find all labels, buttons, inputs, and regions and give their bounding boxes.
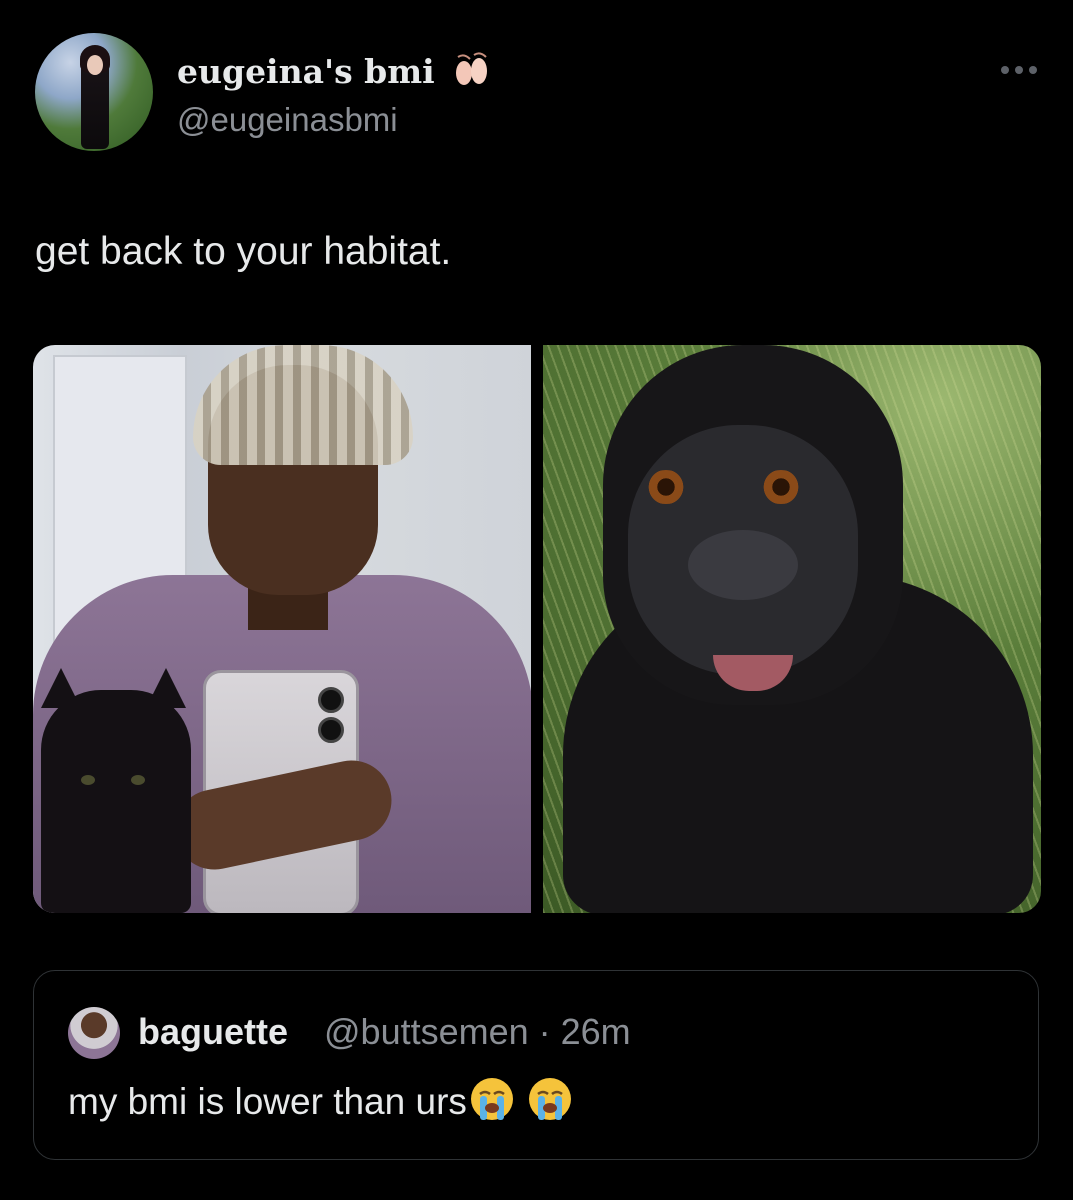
quoted-author-handle-time[interactable]: @buttsemen · 26m <box>324 1011 631 1053</box>
tweet-header: eugeina's bmi @eugeinasbmi <box>35 33 1045 158</box>
phone-lens <box>318 687 344 713</box>
cat-ear <box>146 668 186 708</box>
more-options-icon[interactable] <box>1001 63 1041 77</box>
cat-ear <box>41 668 81 708</box>
author-handle[interactable]: @eugeinasbmi <box>177 101 398 139</box>
tweet-media[interactable] <box>33 345 1041 913</box>
quoted-tweet-text-body: my bmi is lower than urs <box>68 1081 467 1122</box>
author-display-name[interactable]: eugeina's bmi <box>177 51 494 91</box>
quoted-tweet-text: my bmi is lower than urs <box>68 1076 573 1123</box>
person-selfie-with-cat-photo[interactable] <box>33 345 531 913</box>
author-avatar[interactable] <box>35 33 153 151</box>
cat-eye <box>131 775 145 785</box>
photo-hair <box>193 345 413 465</box>
more-dot <box>1029 66 1037 74</box>
phone-lens <box>318 717 344 743</box>
loudly-crying-face-icon <box>469 1076 515 1122</box>
quoted-tweet[interactable]: baguette @buttsemen · 26m my bmi is lowe… <box>33 970 1039 1160</box>
more-dot <box>1015 66 1023 74</box>
ballet-shoes-icon <box>450 51 494 87</box>
cat-eye <box>81 775 95 785</box>
author-display-name-text: eugeina's bmi <box>177 52 435 91</box>
baby-gorilla-photo[interactable] <box>543 345 1041 913</box>
quoted-author-name[interactable]: baguette <box>138 1011 288 1053</box>
quoted-author-avatar[interactable] <box>68 1007 120 1059</box>
loudly-crying-face-icon <box>527 1076 573 1122</box>
gorilla-eye <box>643 470 689 504</box>
gorilla-nose <box>688 530 798 600</box>
more-dot <box>1001 66 1009 74</box>
tweet-text: get back to your habitat. <box>35 230 452 273</box>
gorilla-eye <box>758 470 804 504</box>
photo-cat <box>41 668 191 913</box>
avatar-face <box>87 55 103 75</box>
